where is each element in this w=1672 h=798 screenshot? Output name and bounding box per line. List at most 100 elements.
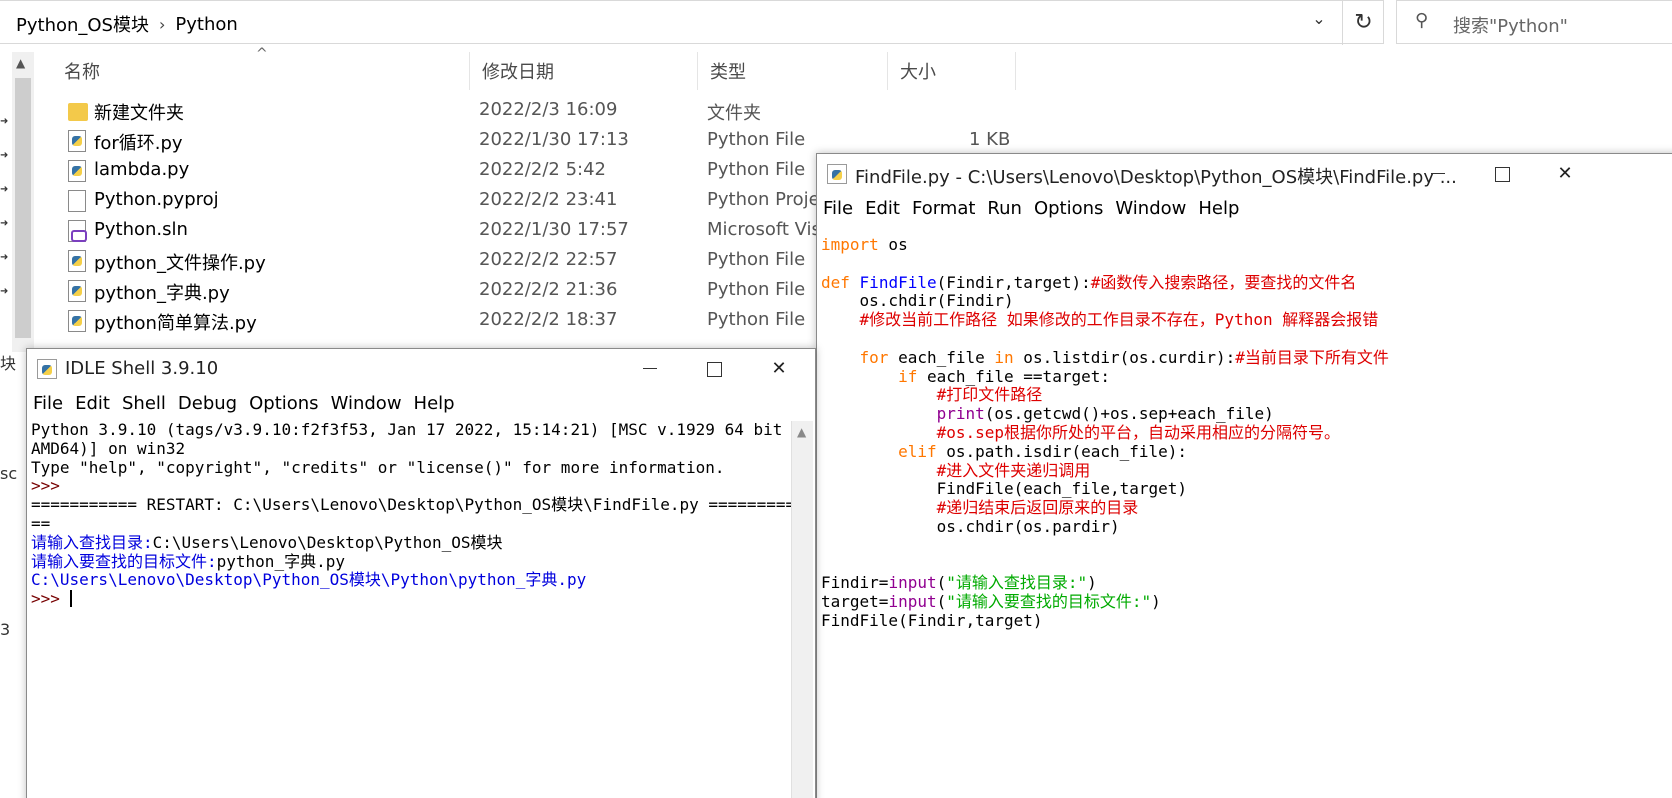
nav-scrollbar[interactable]: ▲ <box>12 52 34 352</box>
minimize-icon[interactable] <box>1405 154 1469 194</box>
scroll-up-icon[interactable]: ▲ <box>797 425 806 439</box>
code-line: #os.sep根据你所处的平台，自动采用相应的分隔符号。 <box>936 422 1341 442</box>
file-modified-date: 2022/1/30 17:13 <box>479 129 629 150</box>
menu-options[interactable]: Options <box>1028 194 1109 224</box>
shell-console[interactable]: Python 3.9.10 (tags/v3.9.10:f2f3f53, Jan… <box>31 420 802 798</box>
menu-format[interactable]: Format <box>906 194 981 224</box>
file-type: Python File <box>707 309 806 330</box>
close-icon[interactable]: ✕ <box>1533 154 1597 194</box>
menu-window[interactable]: Window <box>325 389 408 419</box>
address-bar[interactable]: Python_OS模块 › Python ⌄ ↻ <box>0 0 1384 45</box>
code-editor[interactable]: import os def FindFile(Findir,target):#函… <box>821 226 1672 798</box>
scrollbar-thumb[interactable] <box>15 78 31 338</box>
code-line: target=input("请输入要查找的目标文件:") <box>821 592 1161 612</box>
scroll-up-icon[interactable]: ▲ <box>16 56 25 70</box>
shell-line: Type "help", "copyright", "credits" or "… <box>31 457 725 477</box>
shell-title: IDLE Shell 3.9.10 <box>65 358 219 379</box>
menu-help[interactable]: Help <box>408 389 461 419</box>
shell-line: 请输入要查找的目标文件:python_字典.py <box>31 551 345 571</box>
menu-help[interactable]: Help <box>1192 194 1245 224</box>
file-type: Python File <box>707 159 806 180</box>
navigation-pane-edge: ➜ ➜ ➜ ➜ ➜ ➜ <box>0 52 12 798</box>
breadcrumb-item-python[interactable]: Python <box>175 14 237 35</box>
python-logo-icon <box>37 359 57 379</box>
file-name: for循环.py <box>94 133 183 154</box>
column-header-name[interactable]: 名称 <box>52 52 470 90</box>
file-modified-date: 2022/2/2 5:42 <box>479 159 606 180</box>
shell-line: >>> <box>31 589 72 609</box>
menu-file[interactable]: File <box>817 194 859 224</box>
menu-file[interactable]: File <box>27 389 69 419</box>
search-placeholder: 搜索"Python" <box>1453 16 1568 37</box>
breadcrumb-item-python-os[interactable]: Python_OS模块 <box>16 11 149 37</box>
menu-debug[interactable]: Debug <box>172 389 243 419</box>
column-header-size[interactable]: 大小 <box>888 52 1016 90</box>
chevron-right-icon[interactable]: › <box>159 15 165 34</box>
chevron-down-icon[interactable]: ⌄ <box>1304 9 1334 37</box>
idle-shell-window: IDLE Shell 3.9.10 ✕ File Edit Shell Debu… <box>26 348 816 798</box>
file-type: Microsoft Visu <box>707 219 833 240</box>
file-name: python_文件操作.py <box>94 253 266 274</box>
code-line: #打印文件路径 <box>936 385 1043 405</box>
file-size: 1 KB <box>969 129 1011 150</box>
text-cursor <box>69 590 72 608</box>
code-line: import os <box>821 235 908 254</box>
code-line: #递归结束后返回原来的目录 <box>936 498 1139 518</box>
menu-run[interactable]: Run <box>981 194 1028 224</box>
maximize-icon[interactable] <box>681 349 745 389</box>
file-type: Python File <box>707 279 806 300</box>
folder-icon <box>68 103 88 121</box>
editor-titlebar[interactable]: FindFile.py - C:\Users\Lenovo\Desktop\Py… <box>817 154 1672 194</box>
nav-item-fragment: sc <box>0 464 18 483</box>
shell-line: == <box>31 513 51 533</box>
column-header-type[interactable]: 类型 <box>698 52 888 90</box>
code-line: os.chdir(os.pardir) <box>936 516 1120 536</box>
python-file-icon <box>68 250 86 272</box>
close-icon[interactable]: ✕ <box>747 349 811 389</box>
nav-item-fragment: 3 <box>0 620 11 639</box>
file-modified-date: 2022/1/30 17:57 <box>479 219 629 240</box>
refresh-icon[interactable]: ↻ <box>1342 1 1384 45</box>
shell-line: =========== RESTART: C:\Users\Lenovo\Des… <box>31 495 796 515</box>
menu-edit[interactable]: Edit <box>69 389 116 419</box>
minimize-icon[interactable] <box>617 349 681 389</box>
shell-menubar: File Edit Shell Debug Options Window Hel… <box>27 389 815 419</box>
file-type: 文件夹 <box>707 103 761 124</box>
pin-icon: ➜ <box>0 218 9 229</box>
maximize-icon[interactable] <box>1469 154 1533 194</box>
menu-window[interactable]: Window <box>1109 194 1192 224</box>
file-name: Python.pyproj <box>94 189 219 210</box>
menu-options[interactable]: Options <box>243 389 324 419</box>
editor-title: FindFile.py - C:\Users\Lenovo\Desktop\Py… <box>855 167 1457 188</box>
code-line: FindFile(Findir,target) <box>821 610 1043 630</box>
shell-titlebar[interactable]: IDLE Shell 3.9.10 ✕ <box>27 349 815 389</box>
file-type: Python File <box>707 129 806 150</box>
file-modified-date: 2022/2/2 23:41 <box>479 189 618 210</box>
code-line: def FindFile(Findir,target):#函数传入搜索路径，要查… <box>821 272 1357 292</box>
file-row[interactable]: 新建文件夹 2022/2/3 16:09 文件夹 <box>60 97 1060 127</box>
file-modified-date: 2022/2/2 21:36 <box>479 279 618 300</box>
menu-edit[interactable]: Edit <box>859 194 906 224</box>
code-line: #修改当前工作路径 如果修改的工作目录不存在，Python 解释器会报错 <box>859 310 1379 330</box>
breadcrumb: Python_OS模块 › Python <box>16 11 238 37</box>
pin-icon: ➜ <box>0 252 9 263</box>
file-name: Python.sln <box>94 219 188 240</box>
file-type: Python File <box>707 249 806 270</box>
shell-scrollbar[interactable]: ▲ <box>791 421 813 798</box>
editor-menubar: File Edit Format Run Options Window Help <box>817 194 1672 224</box>
python-file-icon <box>68 280 86 302</box>
menu-shell[interactable]: Shell <box>116 389 172 419</box>
python-file-icon <box>68 310 86 332</box>
file-name: python_字典.py <box>94 283 230 304</box>
search-input[interactable]: ⚲ 搜索"Python" <box>1396 0 1672 44</box>
shell-line: >>> <box>31 476 70 496</box>
file-modified-date: 2022/2/2 22:57 <box>479 249 618 270</box>
column-header-date[interactable]: 修改日期 <box>470 52 698 90</box>
file-type: Python Projec <box>707 189 830 210</box>
python-file-icon <box>68 160 86 182</box>
file-modified-date: 2022/2/2 18:37 <box>479 309 618 330</box>
file-modified-date: 2022/2/3 16:09 <box>479 99 618 120</box>
code-line: for each_file in os.listdir(os.curdir):#… <box>859 347 1389 367</box>
